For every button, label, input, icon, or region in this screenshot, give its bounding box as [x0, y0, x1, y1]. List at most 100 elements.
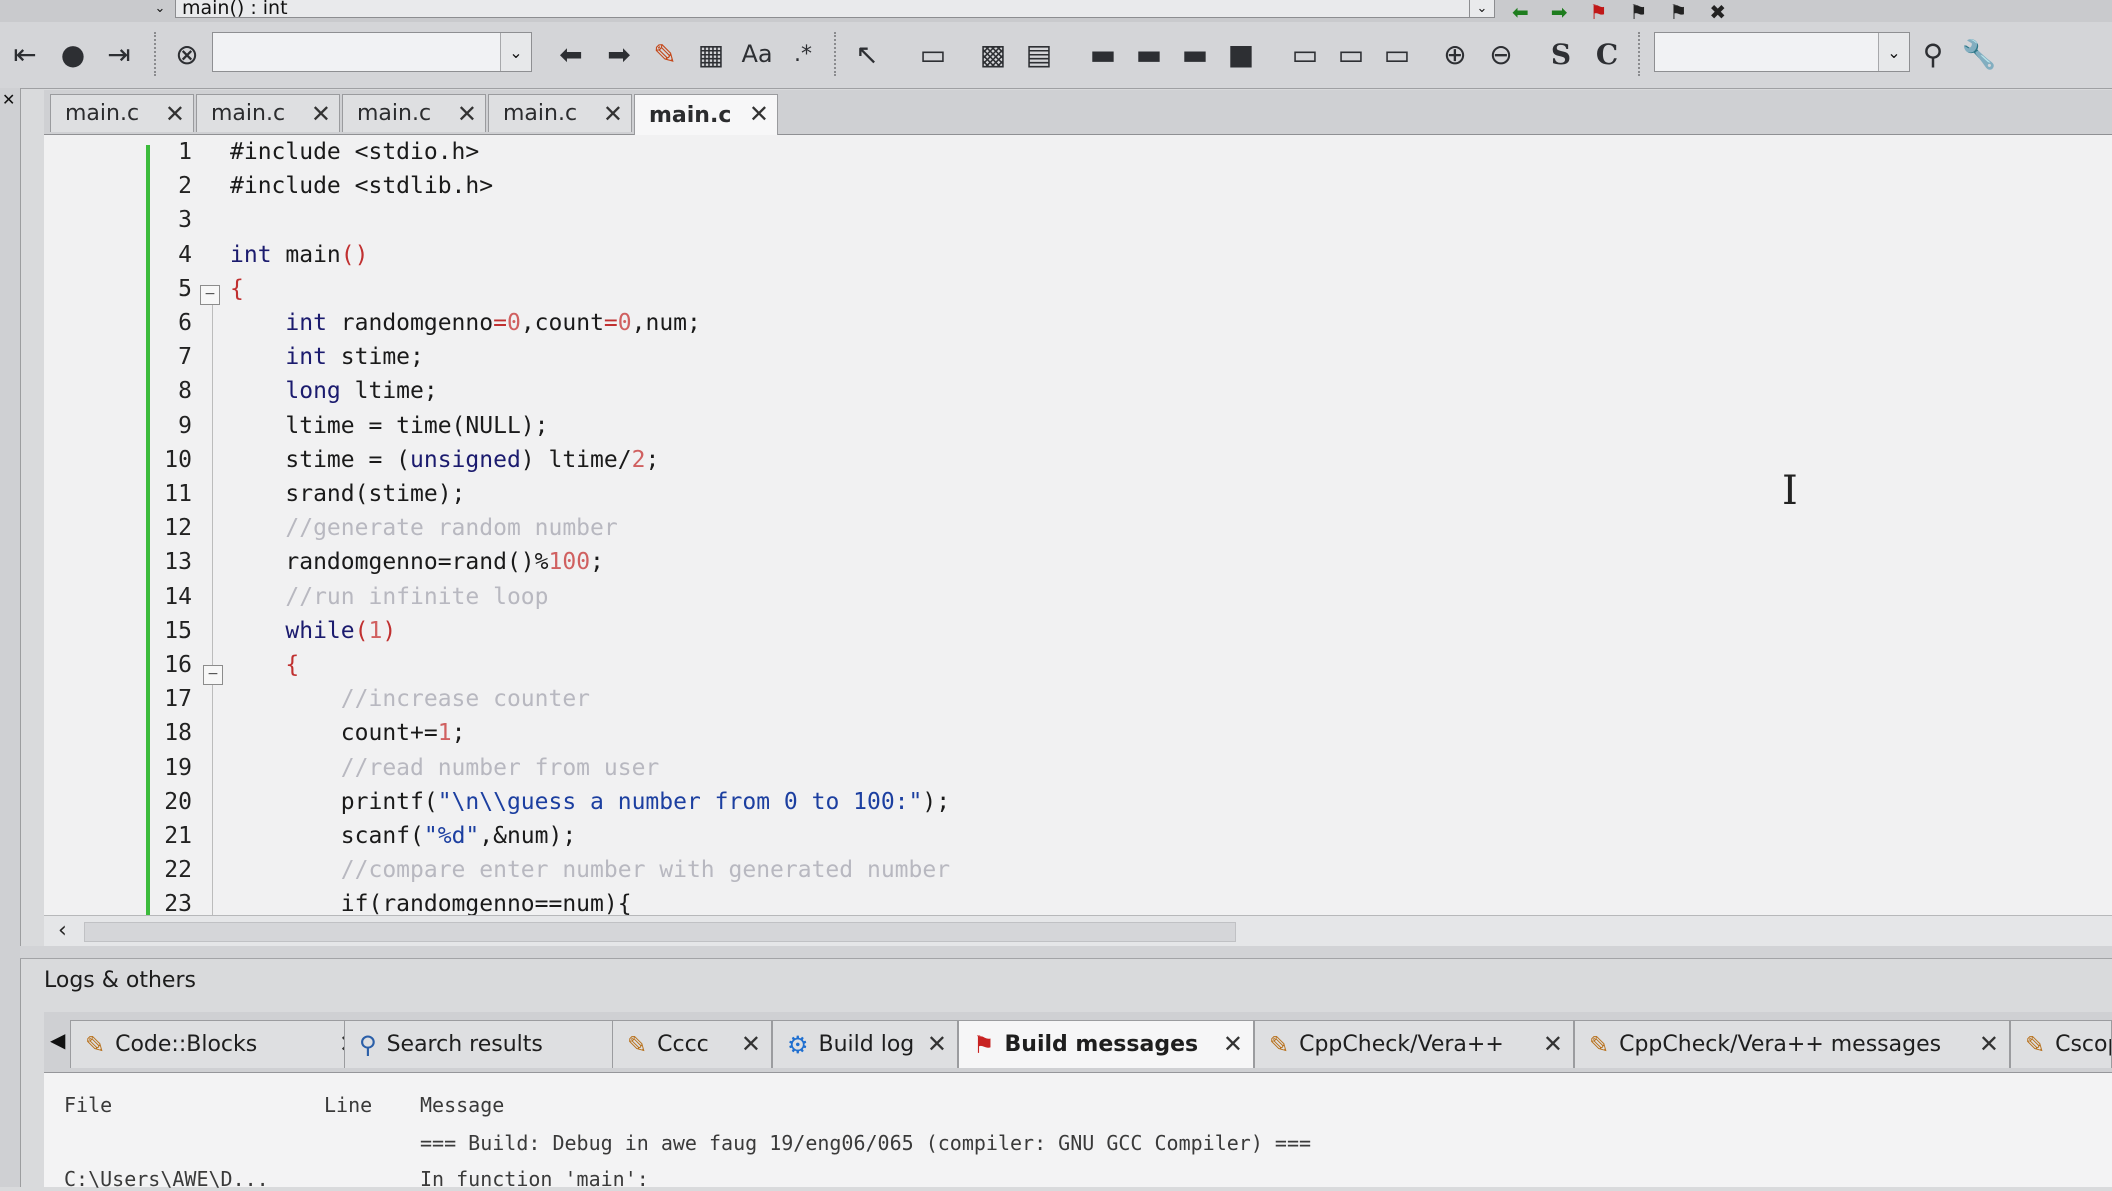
close-icon[interactable]: ✕ [1543, 1030, 1563, 1058]
image-icon[interactable]: ▩ [974, 36, 1012, 72]
code-line[interactable]: 4 int main() [44, 238, 2112, 272]
logs-tab-cppcheck[interactable]: ✎ CppCheck/Vera++ ✕ [1254, 1020, 1574, 1068]
editor-tab[interactable]: main.c ✕ [342, 94, 486, 132]
logs-tab-cccc[interactable]: ✎ Cccc ✕ [612, 1020, 772, 1068]
code-line[interactable]: 20 printf("\n\\guess a number from 0 to … [44, 785, 2112, 819]
chevron-down-icon[interactable]: ⌄ [1878, 33, 1909, 71]
scroll-left-icon[interactable]: ‹ [58, 916, 67, 946]
function-scope-combo[interactable]: main() : int ⌄ [175, 0, 1495, 18]
editor-tab[interactable]: main.c ✕ [50, 94, 194, 132]
close-icon[interactable]: ✕ [311, 100, 331, 128]
column-header-line[interactable]: Line [324, 1093, 372, 1117]
code-line[interactable]: 21 scanf("%d",&num); [44, 819, 2112, 853]
toolbar-grip[interactable] [154, 32, 162, 76]
code-line[interactable]: 10 stime = (unsigned) ltime/2; [44, 443, 2112, 477]
bookmark-prev-icon[interactable]: ⚑ [1629, 0, 1647, 24]
logs-tab-build-log[interactable]: ⚙ Build log ✕ [772, 1020, 958, 1068]
switch-block-icon[interactable]: ▬ [1176, 36, 1214, 72]
message-text[interactable]: === Build: Debug in awe faug 19/eng06/06… [420, 1131, 1311, 1155]
code-line[interactable]: 3 [44, 203, 2112, 237]
code-line[interactable]: 11 srand(stime); [44, 477, 2112, 511]
zoom-out-icon[interactable]: ⊖ [1482, 36, 1520, 72]
fold-toggle-icon[interactable]: − [203, 665, 223, 685]
toolbar-grip[interactable] [834, 32, 842, 76]
c-export-icon[interactable]: C [1588, 36, 1626, 72]
editor-tab-active[interactable]: main.c ✕ [634, 94, 778, 135]
frame-icon[interactable]: ▭ [1286, 36, 1324, 72]
code-line[interactable]: 15 while(1) [44, 614, 2112, 648]
step-forward-icon[interactable]: ⇥ [100, 36, 138, 72]
search-combo[interactable]: ⌄ [1654, 32, 1910, 72]
frame-icon[interactable]: ▭ [1378, 36, 1416, 72]
code-line[interactable]: 19 //read number from user [44, 751, 2112, 785]
bookmark-clear-icon[interactable]: ✖ [1709, 0, 1726, 24]
editor-tab[interactable]: main.c ✕ [196, 94, 340, 132]
abort-icon[interactable]: ⊗ [168, 36, 206, 72]
bookmark-next-icon[interactable]: ⚑ [1669, 0, 1687, 24]
chevron-down-icon[interactable]: ⌄ [1469, 0, 1494, 17]
close-icon[interactable]: ✕ [749, 100, 769, 128]
code-editor[interactable]: 1 #include <stdio.h> 2 #include <stdlib.h> 3… [44, 135, 2112, 915]
close-icon[interactable]: ✕ [1979, 1030, 1999, 1058]
wrench-icon[interactable]: 🔧 [1960, 36, 1998, 72]
close-icon[interactable]: ✕ [457, 100, 477, 128]
close-icon[interactable]: ✕ [1223, 1030, 1243, 1058]
scroll-left-icon[interactable]: ◀ [50, 1028, 65, 1052]
forward-arrow-icon[interactable]: ➡ [600, 36, 638, 72]
code-line[interactable]: 18 count+=1; [44, 716, 2112, 750]
code-line[interactable]: 14 //run infinite loop [44, 580, 2112, 614]
pointer-icon[interactable]: ↖ [848, 36, 886, 72]
zoom-in-icon[interactable]: ⊕ [1436, 36, 1474, 72]
logs-tab-codeblocks[interactable]: ✎ Code::Blocks ✕ [70, 1020, 370, 1068]
toolbar-grip[interactable] [1638, 32, 1646, 76]
code-line[interactable]: 22 //compare enter number with generated… [44, 853, 2112, 887]
close-icon[interactable]: ✕ [2, 90, 15, 109]
close-icon[interactable]: ✕ [165, 100, 185, 128]
paste-icon[interactable]: ▦ [692, 36, 730, 72]
arrow-left-icon[interactable]: ⬅ [1512, 0, 1529, 24]
record-icon[interactable]: ● [54, 36, 92, 72]
code-line[interactable]: 13 randomgenno=rand()%100; [44, 545, 2112, 579]
editor-tab[interactable]: main.c ✕ [488, 94, 632, 132]
frame-icon[interactable]: ▭ [1332, 36, 1370, 72]
arrow-right-icon[interactable]: ➡ [1551, 0, 1568, 24]
close-icon[interactable]: ✕ [603, 100, 623, 128]
bookmark-icon[interactable]: ⚑ [1590, 0, 1608, 24]
code-line[interactable]: 1 #include <stdio.h> [44, 135, 2112, 169]
scrollbar-thumb[interactable] [84, 922, 1236, 942]
code-line[interactable]: 8 long ltime; [44, 374, 2112, 408]
column-header-message[interactable]: Message [420, 1093, 504, 1117]
chevron-down-icon[interactable]: ⌄ [500, 33, 531, 71]
horizontal-scrollbar[interactable]: ‹ [44, 915, 2112, 946]
if-block-icon[interactable]: ▬ [1084, 36, 1122, 72]
code-line[interactable]: 12 //generate random number [44, 511, 2112, 545]
logs-tab-build-messages[interactable]: ⚑ Build messages ✕ [958, 1020, 1254, 1068]
fold-toggle-icon[interactable]: − [200, 285, 220, 305]
square-block-icon[interactable]: ■ [1222, 36, 1260, 72]
code-line[interactable]: 7 int stime; [44, 340, 2112, 374]
code-line[interactable]: 16 { [44, 648, 2112, 682]
step-back-icon[interactable]: ⇤ [6, 36, 44, 72]
target-combo[interactable]: ⌄ [212, 32, 532, 72]
message-file[interactable]: C:\Users\AWE\D... [64, 1167, 269, 1191]
message-text[interactable]: In function 'main': [420, 1167, 649, 1191]
text-block-icon[interactable]: ▤ [1020, 36, 1058, 72]
code-line[interactable]: 2 #include <stdlib.h> [44, 169, 2112, 203]
back-arrow-icon[interactable]: ⬅ [552, 36, 590, 72]
search-icon[interactable]: ⚲ [1914, 36, 1952, 72]
logs-tab-search-results[interactable]: ⚲ Search results ✕ [344, 1020, 649, 1068]
loop-block-icon[interactable]: ▬ [1130, 36, 1168, 72]
close-icon[interactable]: ✕ [927, 1030, 947, 1058]
column-header-file[interactable]: File [64, 1093, 112, 1117]
code-line[interactable]: 17 //increase counter [44, 682, 2112, 716]
font-icon[interactable]: Aa [738, 36, 776, 72]
logs-tab-cppcheck-messages[interactable]: ✎ CppCheck/Vera++ messages ✕ [1574, 1020, 2010, 1068]
code-line[interactable]: 5{ [44, 272, 2112, 306]
s-export-icon[interactable]: S [1542, 36, 1580, 72]
code-line[interactable]: 9 ltime = time(NULL); [44, 409, 2112, 443]
highlight-icon[interactable]: ✎ [646, 36, 684, 72]
chevron-down-icon[interactable]: ⌄ [148, 0, 172, 17]
code-line[interactable]: 23 if(randomgenno==num){ [44, 887, 2112, 915]
regex-icon[interactable]: .* [784, 36, 822, 72]
close-icon[interactable]: ✕ [741, 1030, 761, 1058]
